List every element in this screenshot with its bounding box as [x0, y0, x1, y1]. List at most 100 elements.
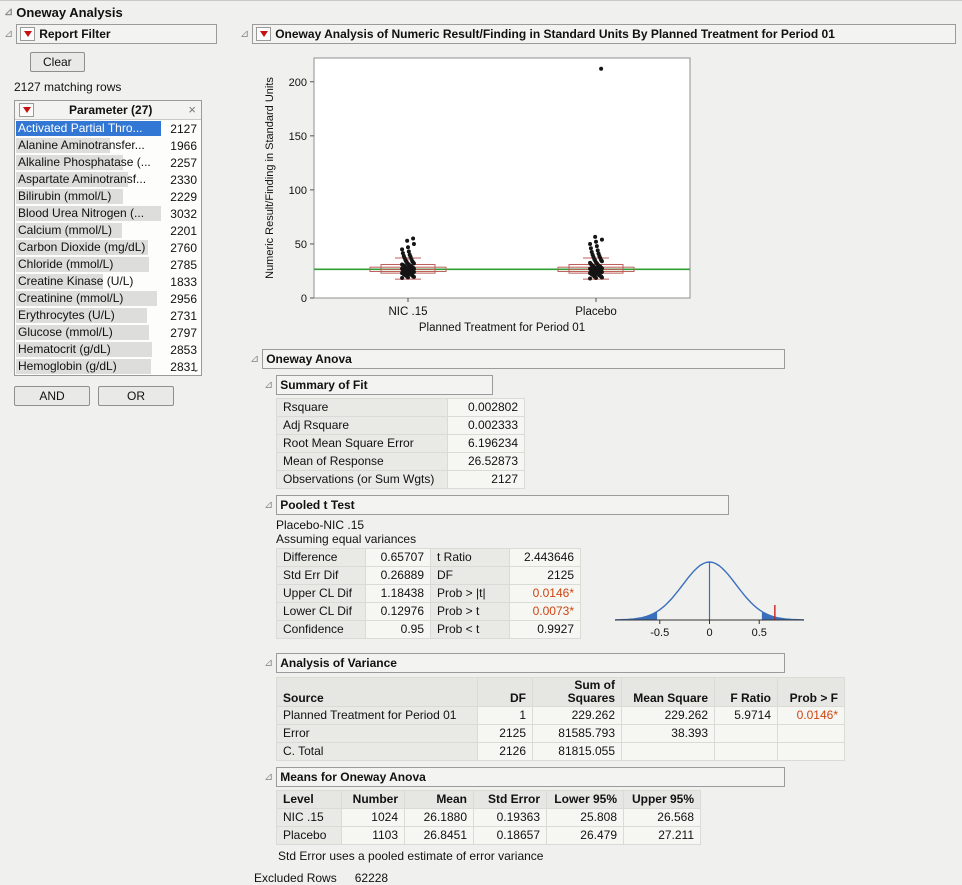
filter-item-label: Calcium (mmol/L)	[16, 223, 161, 238]
filter-item-hemoglobin-g-dl-[interactable]: Hemoglobin (g/dL)2831	[15, 358, 201, 375]
table-row: NIC .15102426.18800.1936325.80826.568	[277, 809, 701, 827]
scroll-down-icon[interactable]: ⌄	[192, 365, 200, 375]
level-cell: Placebo	[277, 827, 342, 845]
level-cell: NIC .15	[277, 809, 342, 827]
stat-value: 26.479	[547, 827, 624, 845]
stat-value: 2125	[510, 567, 581, 585]
disclosure-icon[interactable]: ⊿	[264, 772, 273, 783]
filter-item-hematocrit-g-dl-[interactable]: Hematocrit (g/dL)2853	[15, 341, 201, 358]
filter-item-blood-urea-nitrogen-[interactable]: Blood Urea Nitrogen (...3032	[15, 205, 201, 222]
stat-value	[715, 725, 778, 743]
svg-text:Placebo: Placebo	[575, 306, 617, 318]
stat-value: 2125	[478, 725, 533, 743]
stat-value: 0.65707	[366, 549, 431, 567]
filter-item-glucose-mmol-l-[interactable]: Glucose (mmol/L)2797	[15, 324, 201, 341]
stat-value: 0.9927	[510, 621, 581, 639]
column-header: Std Error	[474, 791, 547, 809]
filter-item-count: 2760	[161, 241, 201, 255]
stat-value: 0.0146*	[778, 707, 845, 725]
or-button[interactable]: OR	[98, 386, 174, 406]
disclosure-icon[interactable]: ⊿	[264, 500, 273, 511]
stat-label: Confidence	[277, 621, 366, 639]
table-row: Planned Treatment for Period 011229.2622…	[277, 707, 845, 725]
filter-item-count: 1833	[161, 275, 201, 289]
close-icon[interactable]: ×	[187, 104, 197, 116]
window-title: Oneway Analysis	[16, 5, 122, 20]
filter-item-alkaline-phosphatase-[interactable]: Alkaline Phosphatase (...2257	[15, 154, 201, 171]
svg-text:NIC .15: NIC .15	[389, 306, 428, 318]
table-row: Lower CL Dif0.12976Prob > t0.0073*	[277, 603, 581, 621]
and-button[interactable]: AND	[14, 386, 90, 406]
stat-value: 0.002802	[448, 399, 525, 417]
filter-item-calcium-mmol-l-[interactable]: Calcium (mmol/L)2201	[15, 222, 201, 239]
stat-value: 2127	[448, 471, 525, 489]
stat-label: Rsquare	[277, 399, 448, 417]
disclosure-icon[interactable]: ⊿	[240, 29, 249, 40]
stat-label: Std Err Dif	[277, 567, 366, 585]
means-title: Means for Oneway Anova	[280, 770, 426, 784]
filter-item-aspartate-aminotransf-[interactable]: Aspartate Aminotransf...2330	[15, 171, 201, 188]
stat-value: 0.12976	[366, 603, 431, 621]
stat-value: 1024	[342, 809, 405, 827]
matching-rows-text: 2127 matching rows	[14, 80, 234, 94]
stat-value: 26.8451	[405, 827, 474, 845]
pooled-t-table: Difference0.65707t Ratio2.443646Std Err …	[276, 548, 581, 639]
stat-value: 2126	[478, 743, 533, 761]
stat-value: 1.18438	[366, 585, 431, 603]
filter-item-count: 2956	[161, 292, 201, 306]
excluded-rows-value: 62228	[355, 871, 388, 885]
filter-item-count: 2797	[161, 326, 201, 340]
oneway-anova-title: Oneway Anova	[266, 352, 352, 366]
filter-item-label: Carbon Dioxide (mg/dL)	[16, 240, 161, 255]
filter-item-label: Chloride (mmol/L)	[16, 257, 161, 272]
oneway-plot[interactable]: 050100150200Numeric Result/Finding in St…	[262, 50, 956, 343]
column-header: F Ratio	[715, 678, 778, 707]
filter-item-creatinine-mmol-l-[interactable]: Creatinine (mmol/L)2956	[15, 290, 201, 307]
source-cell: C. Total	[277, 743, 478, 761]
stat-label: Observations (or Sum Wgts)	[277, 471, 448, 489]
table-row: C. Total212681815.055	[277, 743, 845, 761]
filter-item-count: 2731	[161, 309, 201, 323]
svg-text:0: 0	[301, 293, 307, 305]
clear-button[interactable]: Clear	[30, 52, 85, 72]
filter-item-activated-partial-thro-[interactable]: Activated Partial Thro...2127	[15, 120, 201, 137]
filter-item-alanine-aminotransfer-[interactable]: Alanine Aminotransfer...1966	[15, 137, 201, 154]
oneway-report-title: Oneway Analysis of Numeric Result/Findin…	[275, 27, 835, 41]
red-triangle-menu-icon[interactable]	[20, 27, 35, 41]
disclosure-icon[interactable]: ⊿	[4, 29, 13, 40]
svg-text:150: 150	[289, 131, 307, 143]
stat-value: 26.1880	[405, 809, 474, 827]
stat-value: 81815.055	[533, 743, 622, 761]
filter-item-bilirubin-mmol-l-[interactable]: Bilirubin (mmol/L)2229	[15, 188, 201, 205]
anova-table: SourceDFSum ofSquaresMean SquareF RatioP…	[276, 677, 845, 761]
disclosure-icon[interactable]: ⊿	[264, 658, 273, 669]
filter-item-creatine-kinase-u-l-[interactable]: Creatine Kinase (U/L)1833	[15, 273, 201, 290]
svg-text:-0.5: -0.5	[650, 627, 669, 639]
disclosure-icon[interactable]: ⊿	[250, 354, 259, 365]
disclosure-icon[interactable]: ⊿	[264, 380, 273, 391]
stat-label: Upper CL Dif	[277, 585, 366, 603]
stat-value: 0.002333	[448, 417, 525, 435]
stat-value: 25.808	[547, 809, 624, 827]
svg-text:Numeric Result/Finding in Stan: Numeric Result/Finding in Standard Units	[264, 77, 276, 279]
svg-text:100: 100	[289, 185, 307, 197]
disclosure-icon[interactable]: ⊿	[4, 7, 13, 18]
stat-label: Mean of Response	[277, 453, 448, 471]
red-triangle-menu-icon[interactable]	[19, 103, 34, 117]
table-row: Adj Rsquare0.002333	[277, 417, 525, 435]
column-header: Mean	[405, 791, 474, 809]
column-header: Lower 95%	[547, 791, 624, 809]
stat-value	[778, 725, 845, 743]
summary-of-fit-table: Rsquare0.002802Adj Rsquare0.002333Root M…	[276, 398, 525, 489]
filter-item-count: 2201	[161, 224, 201, 238]
stat-value: 81585.793	[533, 725, 622, 743]
red-triangle-menu-icon[interactable]	[256, 27, 271, 41]
stat-value: 5.9714	[715, 707, 778, 725]
filter-item-carbon-dioxide-mg-dl-[interactable]: Carbon Dioxide (mg/dL)2760	[15, 239, 201, 256]
filter-item-chloride-mmol-l-[interactable]: Chloride (mmol/L)2785	[15, 256, 201, 273]
table-row: Difference0.65707t Ratio2.443646	[277, 549, 581, 567]
comparison-label: Placebo-NIC .15	[276, 518, 956, 532]
table-row: Placebo110326.84510.1865726.47927.211	[277, 827, 701, 845]
svg-text:Planned Treatment for Period 0: Planned Treatment for Period 01	[419, 322, 585, 334]
filter-item-erythrocytes-u-l-[interactable]: Erythrocytes (U/L)2731	[15, 307, 201, 324]
